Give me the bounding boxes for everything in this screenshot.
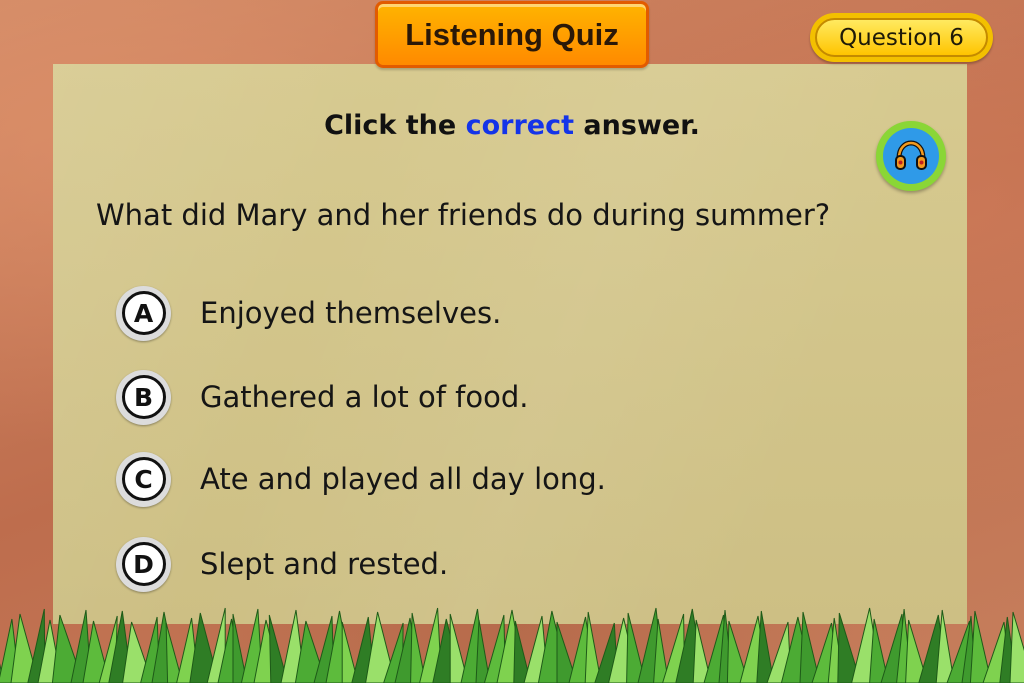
option-letter: D [121, 542, 166, 586]
instruction-highlight: correct [465, 110, 575, 141]
option-letter-badge: B [116, 369, 171, 425]
option-text: Gathered a lot of food. [200, 380, 529, 414]
play-audio-button[interactable] [876, 121, 946, 191]
grass-decoration [0, 607, 1024, 683]
question-text: What did Mary and her friends do during … [96, 198, 831, 232]
quiz-title-tab: Listening Quiz [375, 1, 649, 68]
option-text: Slept and rested. [200, 547, 449, 581]
instruction-before: Click the [324, 110, 466, 141]
instruction-after: answer. [574, 110, 700, 141]
answer-option-b[interactable]: B Gathered a lot of food. [116, 369, 916, 425]
question-number-badge: Question 6 [810, 13, 993, 62]
option-letter: C [121, 457, 166, 501]
answer-option-d[interactable]: D Slept and rested. [116, 536, 916, 592]
option-text: Enjoyed themselves. [200, 296, 502, 330]
headphones-icon [895, 140, 927, 170]
instruction-text: Click the correct answer. [0, 110, 1024, 141]
answer-option-a[interactable]: A Enjoyed themselves. [116, 285, 916, 341]
option-letter-badge: C [116, 451, 171, 507]
audio-button-disc [883, 128, 939, 184]
quiz-title: Listening Quiz [405, 16, 619, 52]
grass-blade [1009, 611, 1024, 683]
option-letter: A [121, 291, 166, 335]
question-number-badge-inner: Question 6 [815, 18, 988, 57]
option-letter: B [121, 375, 166, 419]
option-letter-badge: A [116, 285, 171, 341]
question-number-label: Question 6 [839, 24, 964, 51]
quiz-screen: Listening Quiz Question 6 Click the corr… [0, 0, 1024, 683]
option-text: Ate and played all day long. [200, 462, 606, 496]
option-letter-badge: D [116, 536, 171, 592]
answer-option-c[interactable]: C Ate and played all day long. [116, 451, 916, 507]
